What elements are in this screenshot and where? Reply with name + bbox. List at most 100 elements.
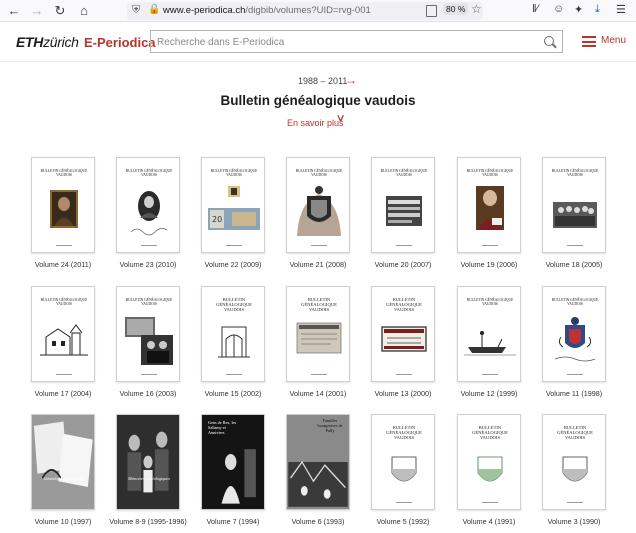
volume-cover[interactable]: Gens de Bex, les Sallamy et Anniviers <box>201 414 265 510</box>
cover-footer-line <box>482 245 498 246</box>
account-icon[interactable]: ☺ <box>553 3 564 15</box>
volume-cover[interactable]: BULLETIN GÉNÉALOGIQUE VAUDOIS <box>457 286 521 382</box>
cover-title: Gens de Bex, les Sallamy et Anniviers <box>208 420 237 435</box>
volume-label[interactable]: Volume 8-9 (1995-1996) <box>104 517 192 526</box>
site-name[interactable]: E-Periodica <box>84 35 156 50</box>
volume-cover[interactable]: BULLETIN GÉNÉALOGIQUE VAUDOIS <box>116 157 180 253</box>
cover-title: Familles bourgeoises de Pully <box>317 418 343 433</box>
cover-title: BULLETIN GÉNÉALOGIQUE VAUDOIS <box>210 169 258 178</box>
volume-cover[interactable]: BULLETIN GÉNÉALOGIQUE VAUDOIS <box>286 157 350 253</box>
cover-footer-line <box>396 245 412 246</box>
volume-cover[interactable]: Familles bourgeoises de Pully <box>286 414 350 510</box>
volume-label[interactable]: Volume 17 (2004) <box>19 389 107 398</box>
chevron-down-icon[interactable]: ∨ <box>336 113 346 124</box>
volume-label[interactable]: Volume 3 (1990) <box>530 517 618 526</box>
volume-label[interactable]: Volume 11 (1998) <box>530 389 618 398</box>
cover-title: BULLETIN GÉNÉALOGIQUE VAUDOIS <box>40 169 88 178</box>
volume-cover[interactable]: BULLETIN GÉNÉALOGIQUE VAUDOIS <box>116 286 180 382</box>
journal-title: Bulletin généalogique vaudois <box>220 93 416 108</box>
tracking-shield-icon[interactable]: ⛨ <box>132 4 140 17</box>
volume-label[interactable]: Volume 14 (2001) <box>274 389 362 398</box>
volume-label[interactable]: Volume 15 (2002) <box>189 389 277 398</box>
volume-cover[interactable]: BULLETIN GÉNÉALOGIQUE VAUDOIS <box>201 286 265 382</box>
volume-cover[interactable]: BULLETIN GÉNÉALOGIQUE VAUDOIS <box>371 286 435 382</box>
home-icon[interactable]: ⌂ <box>76 3 92 19</box>
volume-label[interactable]: Volume 24 (2011) <box>19 260 107 269</box>
forward-icon[interactable]: → <box>29 3 45 19</box>
cover-illustration <box>547 439 603 504</box>
volume-cover[interactable]: BULLETIN GÉNÉALOGIQUE VAUDOIS <box>371 157 435 253</box>
arrow-right-icon[interactable]: → <box>345 73 357 87</box>
cover-footer-line <box>226 374 242 375</box>
cover-illustration <box>36 311 92 376</box>
cover-footer-line <box>567 374 583 375</box>
eth-logo[interactable]: ETHzürich <box>16 34 79 50</box>
zoom-level[interactable]: 80 % <box>443 3 469 15</box>
cover-footer-line <box>56 374 72 375</box>
volume-cover[interactable]: Mémoires généalogiques <box>116 414 180 510</box>
volume-cover[interactable]: BULLETIN GÉNÉALOGIQUE VAUDOIS <box>542 286 606 382</box>
volume-cover[interactable]: BULLETIN GÉNÉALOGIQUE VAUDOIS <box>31 157 95 253</box>
app-menu-icon[interactable]: ☰ <box>616 3 626 16</box>
volume-label[interactable]: Volume 23 (2010) <box>104 260 192 269</box>
downloads-icon[interactable]: ⤓ <box>595 3 600 16</box>
volume-cover[interactable]: Généalogie et recherche <box>31 414 95 510</box>
volume-cover[interactable]: BULLETIN GÉNÉALOGIQUE VAUDOIS <box>371 414 435 510</box>
cover-title: BULLETIN GÉNÉALOGIQUE VAUDOIS <box>551 298 599 307</box>
reader-view-icon[interactable] <box>426 5 437 17</box>
search-icon[interactable] <box>544 36 554 46</box>
url-text[interactable]: www.e-periodica.ch/digbib/volumes?UID=rv… <box>163 5 371 16</box>
library-icon[interactable]: ‖⁄ <box>532 3 538 15</box>
cover-title: BULLETIN GÉNÉALOGIQUE VAUDOIS <box>466 298 514 307</box>
volume-label[interactable]: Volume 4 (1991) <box>445 517 533 526</box>
cover-illustration <box>291 182 347 247</box>
volume-cover[interactable]: BULLETIN GÉNÉALOGIQUE VAUDOIS <box>286 286 350 382</box>
url-bar[interactable]: ⛨ 🔒 www.e-periodica.ch/digbib/volumes?UI… <box>127 2 483 20</box>
volume-label[interactable]: Volume 19 (2006) <box>445 260 533 269</box>
search-input[interactable] <box>157 34 537 50</box>
volume-label[interactable]: Volume 10 (1997) <box>19 517 107 526</box>
volume-label[interactable]: Volume 16 (2003) <box>104 389 192 398</box>
volume-cover[interactable]: BULLETIN GÉNÉALOGIQUE VAUDOIS <box>457 414 521 510</box>
cover-footer-line <box>311 245 327 246</box>
reload-icon[interactable]: ↻ <box>52 3 68 19</box>
volume-label[interactable]: Volume 18 (2005) <box>530 260 618 269</box>
cover-illustration <box>547 311 603 376</box>
volume-cover[interactable]: BULLETIN GÉNÉALOGIQUE VAUDOIS <box>542 157 606 253</box>
cover-illustration <box>121 182 177 247</box>
lock-icon[interactable]: 🔒 <box>148 4 160 15</box>
cover-illustration <box>117 415 179 509</box>
volume-label[interactable]: Volume 5 (1992) <box>359 517 447 526</box>
cover-title: BULLETIN GÉNÉALOGIQUE VAUDOIS <box>40 298 88 307</box>
cover-illustration <box>462 311 518 376</box>
eth-logo-eth: ETH <box>16 34 44 50</box>
cover-illustration <box>121 311 177 376</box>
cover-footer-line <box>141 245 157 246</box>
hamburger-icon <box>582 36 596 47</box>
cover-illustration <box>376 311 432 376</box>
cover-title: BULLETIN GÉNÉALOGIQUE VAUDOIS <box>551 169 599 178</box>
volume-label[interactable]: Volume 21 (2008) <box>274 260 362 269</box>
svg-text:20: 20 <box>212 215 222 224</box>
volume-cover[interactable]: BULLETIN GÉNÉALOGIQUE VAUDOIS 20 <box>201 157 265 253</box>
volume-label[interactable]: Volume 13 (2000) <box>359 389 447 398</box>
volume-cover[interactable]: BULLETIN GÉNÉALOGIQUE VAUDOIS <box>542 414 606 510</box>
volume-label[interactable]: Volume 20 (2007) <box>359 260 447 269</box>
volume-label[interactable]: Volume 7 (1994) <box>189 517 277 526</box>
browser-toolbar: ← → ↻ ⌂ ⛨ 🔒 www.e-periodica.ch/digbib/vo… <box>0 0 636 22</box>
cover-title: BULLETIN GÉNÉALOGIQUE VAUDOIS <box>125 169 173 178</box>
volume-cover[interactable]: BULLETIN GÉNÉALOGIQUE VAUDOIS <box>457 157 521 253</box>
volume-label[interactable]: Volume 22 (2009) <box>189 260 277 269</box>
bookmark-star-icon[interactable]: ☆ <box>471 2 482 16</box>
volume-label[interactable]: Volume 12 (1999) <box>445 389 533 398</box>
site-header: ETHzürich E-Periodica Menu <box>0 22 636 62</box>
back-icon[interactable]: ← <box>6 3 22 19</box>
cover-title: BULLETIN GÉNÉALOGIQUE VAUDOIS <box>295 169 343 178</box>
cover-illustration <box>206 311 262 376</box>
cover-footer-line <box>567 245 583 246</box>
extensions-icon[interactable]: ✦ <box>574 3 583 16</box>
volume-cover[interactable]: BULLETIN GÉNÉALOGIQUE VAUDOIS <box>31 286 95 382</box>
cover-footer-line <box>567 502 583 503</box>
cover-illustration <box>32 415 94 509</box>
volume-label[interactable]: Volume 6 (1993) <box>274 517 362 526</box>
